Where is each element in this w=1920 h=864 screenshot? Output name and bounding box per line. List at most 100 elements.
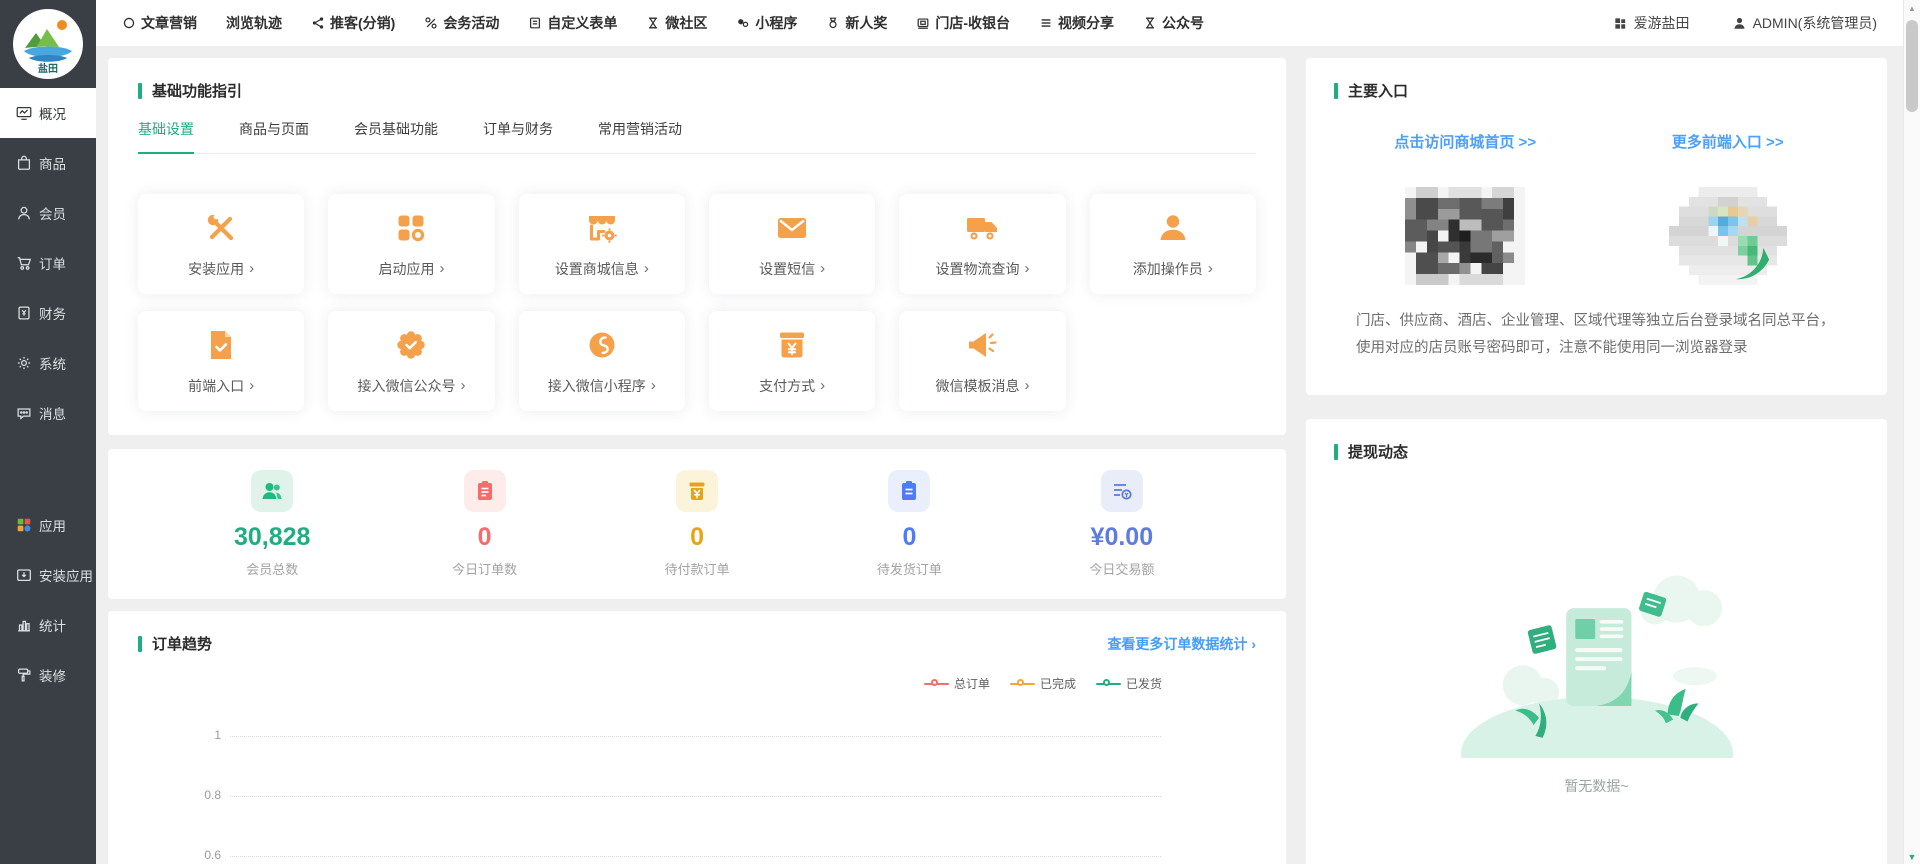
brand-logo[interactable]: 盐田 [0,0,96,88]
sidebar-item-finance[interactable]: 财务 [0,288,96,338]
shortcut-wechat-official[interactable]: 接入微信公众号› [328,311,494,411]
right-column: 主要入口 点击访问商城首页 >> 更多前端入口 >> [1306,58,1887,864]
shortcut-wechat-miniprogram[interactable]: 接入微信小程序› [519,311,685,411]
sidebar-item-label: 系统 [39,353,66,373]
scrollbar-thumb[interactable] [1906,20,1918,112]
sidebar-item-statistics[interactable]: 统计 [0,600,96,650]
header-accent-bar [138,83,142,99]
nav-item-video-share[interactable]: 视频分享 [1039,13,1114,33]
nav-item-browse-track[interactable]: 浏览轨迹 [226,13,282,33]
miniprogram-icon [736,16,750,30]
merchant-menu[interactable]: 爱游盐田 [1613,13,1690,33]
nav-item-conference[interactable]: 会务活动 [424,13,499,33]
tab-basic-settings[interactable]: 基础设置 [138,119,194,154]
stat-label: 今日交易额 [1089,559,1154,578]
guide-card-header: 基础功能指引 [138,80,1256,101]
empty-state-illustration [1452,558,1742,758]
payment-box-icon [774,327,810,363]
nav-item-newcomer-award[interactable]: 新人奖 [826,13,887,33]
nav-item-official-account[interactable]: 公众号 [1143,13,1204,33]
top-nav-menu: 文章营销 浏览轨迹 推客(分销) 会务活动 自定义表单 [122,13,1204,33]
stats-card: 30,828 会员总数 0 今日订单数 0 [108,449,1286,599]
gridline [230,856,1161,857]
sidebar-item-install-apps[interactable]: 安装应用 [0,550,96,600]
nav-item-label: 门店-收银台 [935,13,1010,33]
nav-item-miniprogram[interactable]: 小程序 [736,13,797,33]
sidebar-item-goods[interactable]: 商品 [0,138,96,188]
nav-item-label: 会务活动 [443,13,499,33]
more-order-stats-link[interactable]: 查看更多订单数据统计 › [1107,634,1256,654]
visit-mall-home-link[interactable]: 点击访问商城首页 >> [1394,131,1536,152]
sidebar-item-apps[interactable]: 应用 [0,500,96,550]
legend-total-orders[interactable]: 总订单 [924,675,990,692]
entry-links: 点击访问商城首页 >> 更多前端入口 >> [1334,131,1859,152]
nav-item-distribution[interactable]: 推客(分销) [311,13,395,33]
legend-marker-icon [1096,679,1121,689]
gridline [230,796,1161,797]
sidebar-item-system[interactable]: 系统 [0,338,96,388]
link-icon [424,16,438,30]
shortcut-logistics[interactable]: 设置物流查询› [899,194,1065,294]
shortcut-payment-methods[interactable]: 支付方式 › [709,311,875,411]
shortcut-text: 支付方式 [759,376,815,396]
tab-marketing[interactable]: 常用营销活动 [598,119,682,154]
admin-user-menu[interactable]: ADMIN(系统管理员) [1732,13,1877,33]
scrollbar-up-arrow-icon[interactable]: ▲ [1904,0,1920,17]
nav-item-micro-community[interactable]: 微社区 [646,13,707,33]
more-entrances-link[interactable]: 更多前端入口 >> [1672,131,1784,152]
sidebar-item-decorate[interactable]: 装修 [0,650,96,700]
tab-member-basics[interactable]: 会员基础功能 [354,119,438,154]
sidebar-item-label: 商品 [39,153,66,173]
sidebar-group-divider [0,438,96,500]
sidebar-item-label: 应用 [39,515,66,535]
nav-item-custom-form[interactable]: 自定义表单 [528,13,617,33]
stat-today-trade: ¥0.00 今日交易额 [1016,470,1228,578]
shortcut-frontend-entry[interactable]: 前端入口› [138,311,304,411]
nav-item-article-marketing[interactable]: 文章营销 [122,13,197,33]
grid-icon [1613,16,1628,31]
brand-logo-icon: 盐田 [12,8,84,80]
shortcut-text: 前端入口 [188,376,244,396]
entry-description: 门店、供应商、酒店、企业管理、区域代理等独立后台登录域名同总平台，使用对应的店员… [1334,308,1859,362]
chevron-right-icon: › [820,377,825,394]
shortcut-install-app[interactable]: 安装应用› [138,194,304,294]
shortcut-text: 接入微信小程序 [548,376,646,396]
legend-shipped[interactable]: 已发货 [1096,675,1162,692]
overview-icon [15,104,33,122]
mall-qrcode-image [1404,187,1526,285]
clipboard-icon [888,470,930,512]
topbar-right: 爱游盐田 ADMIN(系统管理员) [1613,13,1877,33]
trade-list-icon [1101,470,1143,512]
nav-item-store-cashier[interactable]: 门店-收银台 [916,13,1010,33]
shortcut-label: 接入微信小程序› [548,376,656,396]
nav-item-label: 推客(分销) [330,13,395,33]
sidebar-item-orders[interactable]: 订单 [0,238,96,288]
shortcut-mall-info[interactable]: 设置商城信息› [519,194,685,294]
shortcut-template-message[interactable]: 微信模板消息› [899,311,1065,411]
shortcut-add-operator[interactable]: 添加操作员› [1090,194,1256,294]
shortcut-label: 安装应用› [188,259,254,279]
store-icon [916,16,930,30]
award-icon [826,16,840,30]
entry-images [1334,186,1859,286]
shortcut-label: 微信模板消息› [935,376,1029,396]
shortcut-text: 设置商城信息 [555,259,639,279]
scrollbar-down-arrow-icon[interactable]: ▼ [1904,852,1920,862]
sidebar-item-messages[interactable]: 消息 [0,388,96,438]
stat-label: 会员总数 [246,559,298,578]
stat-value: 0 [478,523,492,552]
withdraw-header: 提现动态 [1334,441,1859,462]
shortcut-sms-settings[interactable]: 设置短信› [709,194,875,294]
page-scrollbar[interactable]: ▲ ▼ [1903,0,1920,864]
shortcut-launch-app[interactable]: 启动应用› [328,194,494,294]
header-accent-bar [1334,83,1338,99]
shortcut-text: 安装应用 [188,259,244,279]
stat-label: 今日订单数 [452,559,517,578]
tab-goods-pages[interactable]: 商品与页面 [239,119,309,154]
sidebar-item-overview[interactable]: 概况 [0,88,96,138]
tab-orders-finance[interactable]: 订单与财务 [483,119,553,154]
nav-item-label: 微社区 [665,13,707,33]
sidebar-item-members[interactable]: 会员 [0,188,96,238]
legend-completed[interactable]: 已完成 [1010,675,1076,692]
order-cart-icon [15,254,33,272]
